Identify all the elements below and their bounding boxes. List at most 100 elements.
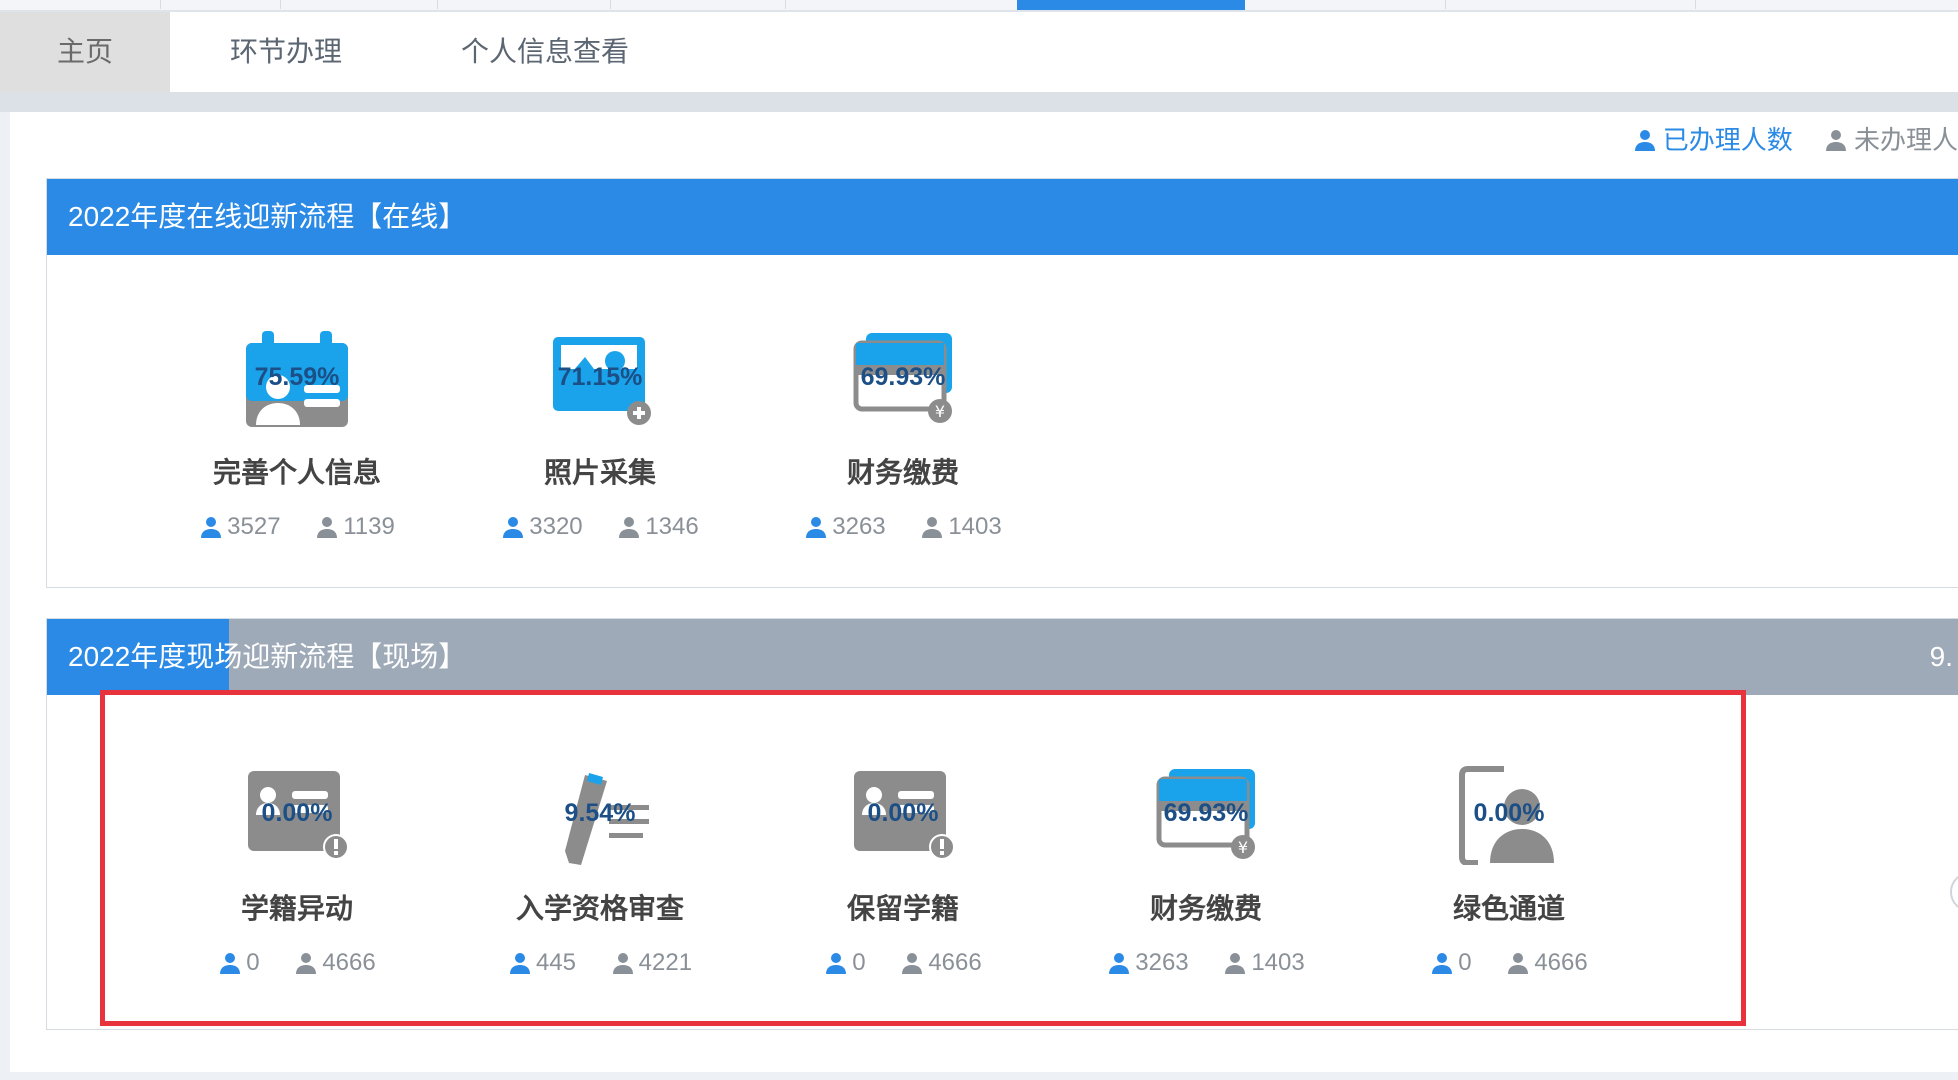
step-admission-review[interactable]: 9.54% 入学资格审查 445 4221 <box>450 765 750 982</box>
undone-count: 4666 <box>1506 949 1588 977</box>
onsite-panel-title: 2022年度现场迎新流程【现场】 <box>68 641 467 672</box>
undone-count-value: 1403 <box>1251 949 1305 976</box>
legend-done-label: 已办理人数 <box>1662 125 1793 155</box>
undone-count: 4666 <box>294 949 376 977</box>
step-name: 保留学籍 <box>846 893 959 924</box>
step-percent: 9.54% <box>564 799 636 827</box>
step-status-change[interactable]: 0.00% 学籍异动 0 4666 <box>147 765 447 982</box>
step-name: 财务缴费 <box>1149 893 1262 924</box>
user-undone-icon <box>1225 953 1246 974</box>
step-name: 完善个人信息 <box>212 457 381 488</box>
top-strip-active[interactable] <box>1017 0 1245 10</box>
step-retain-status[interactable]: 0.00% 保留学籍 0 4666 <box>753 765 1053 982</box>
top-strip-segment <box>610 0 786 9</box>
undone-count: 1139 <box>315 513 395 541</box>
user-undone-icon <box>922 517 943 538</box>
user-done-icon <box>1432 953 1453 974</box>
pen-edit-icon: 9.54% <box>545 765 655 865</box>
done-count: 0 <box>1430 949 1472 977</box>
onsite-panel: 2022年度现场迎新流程【现场】 9. 0.00% 学籍异动 0 4666 9.… <box>46 618 1958 1030</box>
step-photo-collection[interactable]: 71.15% 照片采集 3320 1346 <box>450 329 750 546</box>
step-complete-personal-info[interactable]: 75.59% 完善个人信息 3527 1139 <box>147 329 447 546</box>
undone-count: 1403 <box>920 513 1002 541</box>
legend-undone: 未办理人 <box>1824 120 1958 160</box>
user-done-icon <box>201 517 222 538</box>
user-undone-icon <box>902 953 923 974</box>
user-done-icon <box>503 517 524 538</box>
user-done-icon <box>826 953 847 974</box>
done-count: 3527 <box>199 513 281 541</box>
step-finance-payment-onsite[interactable]: ¥ 69.93% 财务缴费 3263 1403 <box>1056 765 1356 982</box>
onsite-panel-header: 2022年度现场迎新流程【现场】 9. <box>47 619 1958 695</box>
svg-text:¥: ¥ <box>935 402 945 421</box>
calendar-user-icon: 75.59% <box>242 329 352 429</box>
user-done-icon <box>220 953 241 974</box>
step-counts: 0 4666 <box>1359 949 1659 982</box>
top-strip-segment <box>1245 0 1446 9</box>
step-counts: 3263 1403 <box>1056 949 1356 982</box>
id-card-alert-icon: 0.00% <box>848 765 958 865</box>
green-channel-icon: 0.00% <box>1454 765 1564 866</box>
user-undone-icon <box>612 953 633 974</box>
legend-undone-label: 未办理人 <box>1853 125 1958 155</box>
step-percent: 0.00% <box>1473 799 1545 827</box>
done-count-value: 445 <box>535 949 576 976</box>
payment-card-icon: ¥ 69.93% <box>848 329 958 429</box>
online-panel: 2022年度在线迎新流程【在线】 75.59% 完善个人信息 3527 1139… <box>46 178 1958 588</box>
undone-count-value: 4666 <box>1534 949 1588 976</box>
undone-count: 1346 <box>617 513 699 541</box>
user-done-icon <box>806 517 827 538</box>
undone-count-value: 4666 <box>928 949 982 976</box>
done-count-value: 3263 <box>832 513 886 540</box>
id-card-alert-icon: 0.00% <box>242 765 352 865</box>
step-finance-payment[interactable]: ¥ 69.93% 财务缴费 3263 1403 <box>753 329 1053 546</box>
step-counts: 3320 1346 <box>450 513 750 546</box>
photo-icon: 71.15% <box>545 329 655 429</box>
step-counts: 0 4666 <box>753 949 1053 982</box>
step-green-channel[interactable]: 0.00% 绿色通道 0 4666 <box>1359 765 1659 982</box>
step-percent: 69.93% <box>1163 799 1249 827</box>
user-done-icon <box>1109 953 1130 974</box>
done-count: 0 <box>218 949 260 977</box>
step-percent: 0.00% <box>867 799 939 827</box>
top-strip-segment <box>1445 0 1696 9</box>
step-percent: 71.15% <box>557 363 643 391</box>
done-count-value: 3263 <box>1135 949 1189 976</box>
top-strip-segment <box>785 0 1018 9</box>
step-name: 入学资格审查 <box>515 893 684 924</box>
step-counts: 3527 1139 <box>147 513 447 546</box>
step-name: 学籍异动 <box>240 893 353 924</box>
done-count-value: 0 <box>246 949 260 976</box>
payment-card-icon: ¥ 69.93% <box>1151 765 1261 865</box>
tab-bar-shadow <box>0 92 1958 112</box>
undone-count-value: 4221 <box>638 949 693 976</box>
user-undone-icon <box>1508 953 1529 974</box>
undone-count: 4666 <box>900 949 982 977</box>
legend: 已办理人数 未办理人 <box>1609 120 1958 160</box>
done-count-value: 0 <box>1458 949 1472 976</box>
undone-count-value: 1403 <box>948 513 1002 540</box>
undone-count-value: 4666 <box>322 949 376 976</box>
done-count: 445 <box>508 949 576 977</box>
undone-count: 1403 <box>1223 949 1305 977</box>
done-count-value: 0 <box>852 949 866 976</box>
done-count: 0 <box>824 949 866 977</box>
onsite-panel-percent: 9. <box>1929 641 1953 672</box>
undone-count-value: 1139 <box>343 513 395 540</box>
top-strip-segment <box>0 0 161 9</box>
tab-bar: 主页 环节办理 个人信息查看 <box>0 12 1958 93</box>
tab-home[interactable]: 主页 <box>0 12 170 92</box>
svg-text:¥: ¥ <box>1238 838 1248 857</box>
tab-process[interactable]: 环节办理 <box>196 12 376 92</box>
step-name: 绿色通道 <box>1452 893 1565 924</box>
tab-personal-info[interactable]: 个人信息查看 <box>440 12 650 92</box>
step-percent: 0.00% <box>261 799 333 827</box>
user-undone-icon <box>619 517 640 538</box>
top-strip-segment <box>160 0 281 9</box>
step-name: 照片采集 <box>543 457 656 488</box>
top-strip <box>0 0 1958 12</box>
done-count-value: 3527 <box>227 513 281 540</box>
done-count: 3263 <box>804 513 886 541</box>
undone-count-value: 1346 <box>645 513 699 540</box>
user-undone-icon <box>317 517 338 538</box>
